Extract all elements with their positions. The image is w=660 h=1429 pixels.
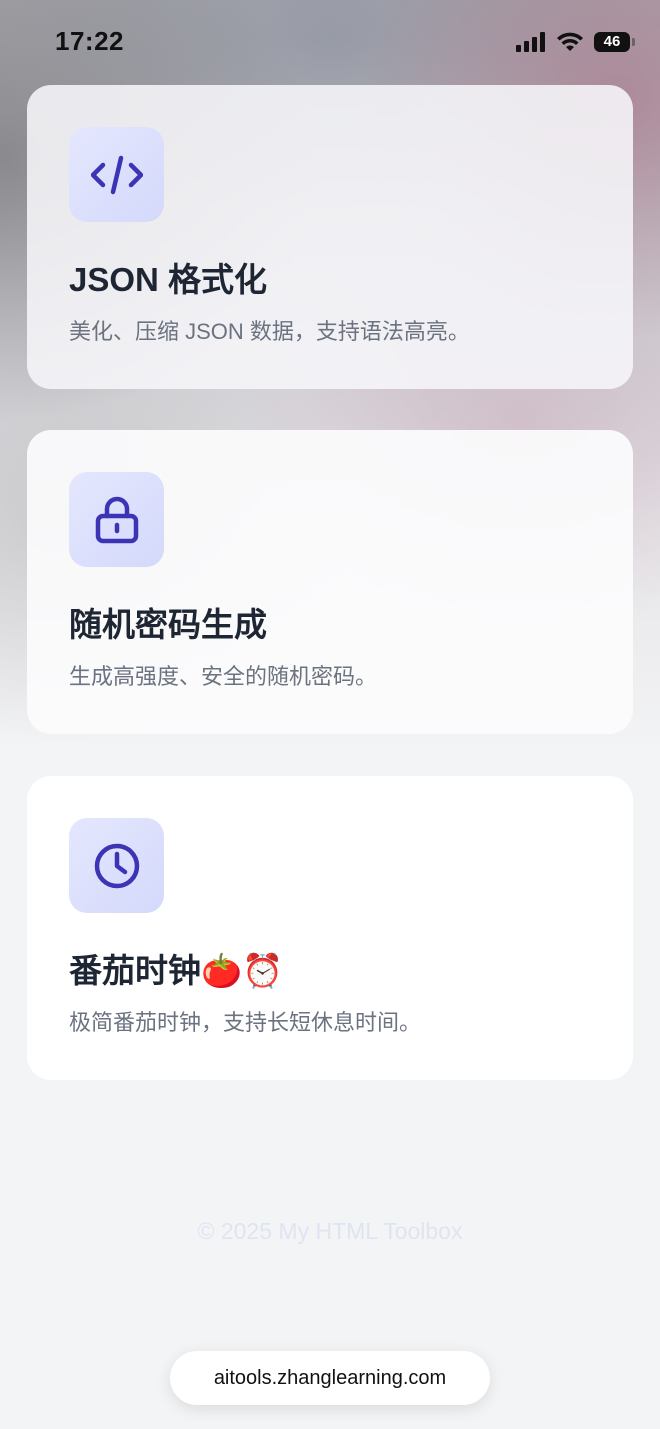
tool-card-password-generator[interactable]: 随机密码生成 生成高强度、安全的随机密码。 — [27, 430, 633, 734]
status-time: 17:22 — [55, 26, 124, 56]
wifi-icon — [557, 32, 583, 51]
status-bar: 17:22 46 — [0, 0, 660, 84]
tool-description: 极简番茄时钟，支持长短休息时间。 — [69, 1010, 422, 1035]
tool-description: 美化、压缩 JSON 数据，支持语法高亮。 — [69, 319, 470, 344]
tool-icon-box — [69, 472, 164, 567]
tool-title: JSON 格式化 — [69, 261, 268, 298]
tool-card-json-formatter[interactable]: JSON 格式化 美化、压缩 JSON 数据，支持语法高亮。 — [27, 85, 633, 389]
browser-address-bar[interactable]: aitools.zhanglearning.com — [170, 1351, 490, 1405]
battery-level: 46 — [603, 33, 621, 50]
footer-copyright: © 2025 My HTML Toolbox — [197, 1218, 463, 1244]
cellular-signal-icon — [516, 32, 545, 52]
battery-icon: 46 — [594, 32, 635, 52]
tool-card-pomodoro-timer[interactable]: 番茄时钟🍅⏰ 极简番茄时钟，支持长短休息时间。 — [27, 776, 633, 1080]
tool-icon-box — [69, 818, 164, 913]
tool-title: 随机密码生成 — [69, 606, 267, 643]
tool-title: 番茄时钟🍅⏰ — [69, 952, 284, 989]
tool-description: 生成高强度、安全的随机密码。 — [69, 664, 378, 689]
status-icons: 46 — [516, 30, 635, 54]
browser-url: aitools.zhanglearning.com — [213, 1366, 447, 1389]
code-icon — [90, 155, 143, 194]
lock-icon — [95, 496, 138, 543]
clock-icon — [94, 843, 139, 888]
tool-icon-box — [69, 127, 164, 222]
